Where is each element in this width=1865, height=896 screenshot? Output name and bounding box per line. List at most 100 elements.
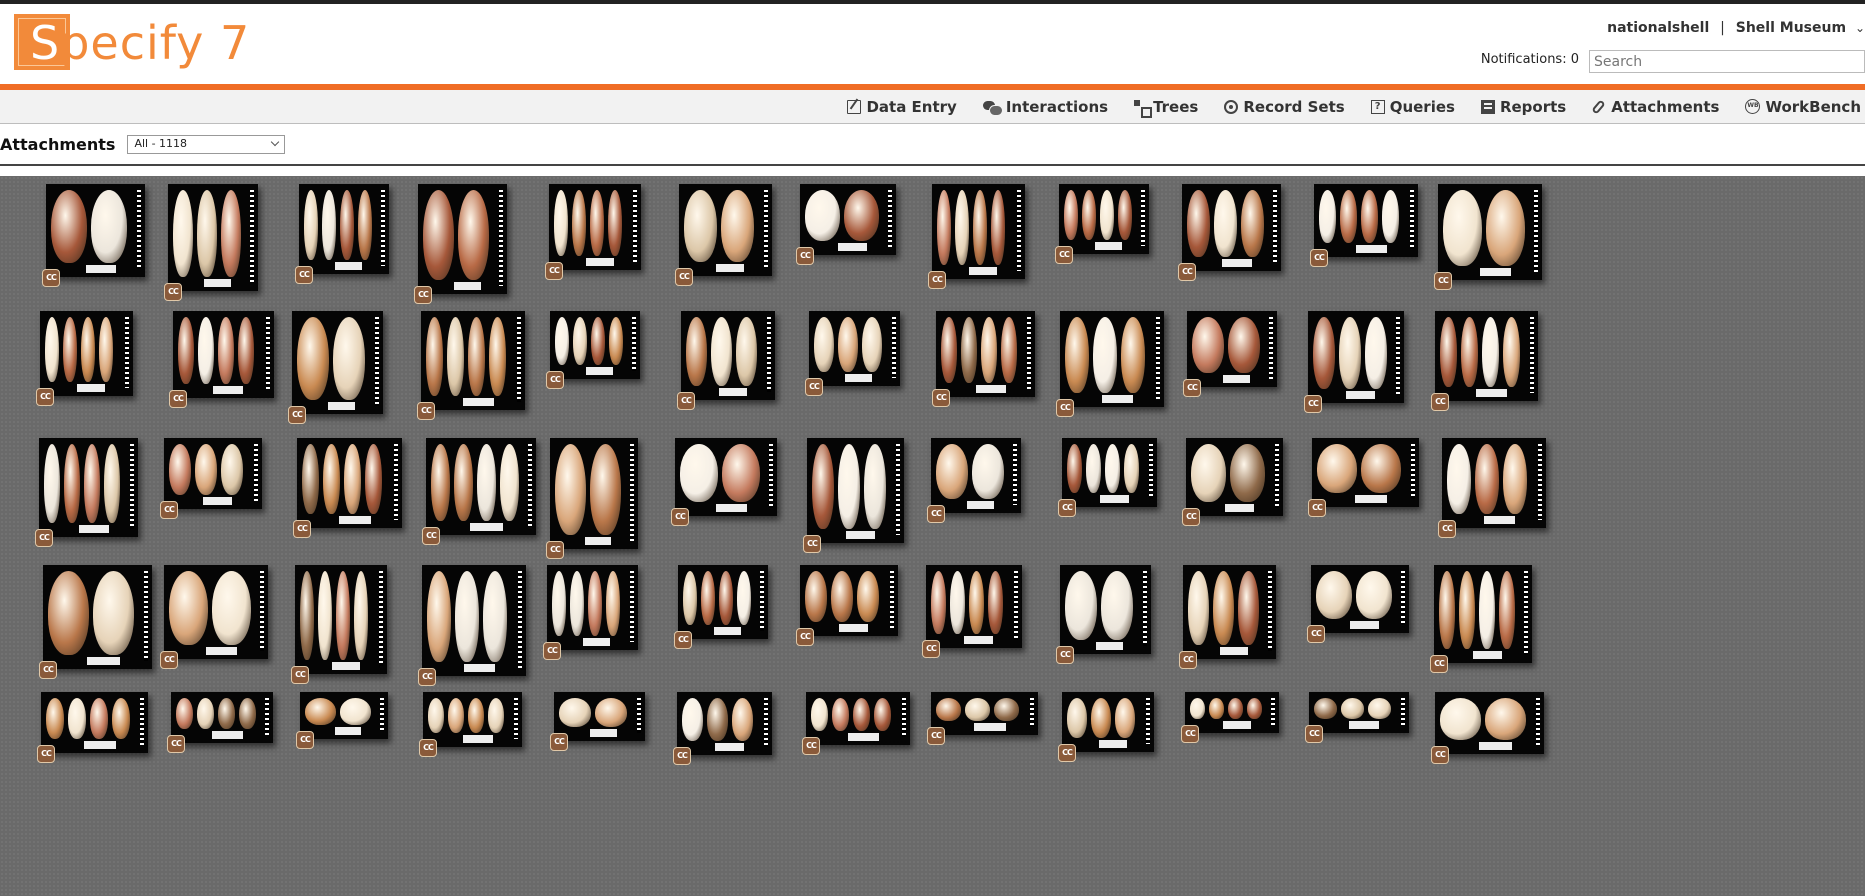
shell-specimen-image <box>333 317 365 400</box>
attachment-thumbnail[interactable] <box>421 311 525 410</box>
attachment-thumbnail[interactable] <box>550 438 638 549</box>
specimen-label <box>1473 651 1502 659</box>
attachment-thumbnail[interactable] <box>299 184 389 274</box>
specimen-label <box>86 265 116 273</box>
scale-bar <box>760 571 764 631</box>
shell-specimen-image <box>737 571 751 625</box>
attachment-thumbnail[interactable] <box>423 692 522 747</box>
attachment-thumbnail[interactable] <box>173 311 274 398</box>
attachment-thumbnail[interactable] <box>43 565 152 669</box>
specimen-label <box>714 627 741 635</box>
shell-specimen-image <box>488 698 504 733</box>
scale-bar <box>528 444 532 527</box>
attachment-thumbnail[interactable] <box>931 438 1021 513</box>
attachment-thumbnail[interactable] <box>679 184 772 276</box>
attachment-thumbnail[interactable] <box>806 692 910 745</box>
attachment-thumbnail[interactable] <box>932 184 1025 279</box>
license-badge-icon: CC <box>1431 746 1449 764</box>
attachment-thumbnail[interactable] <box>1187 311 1277 387</box>
attachment-thumbnail[interactable] <box>1186 438 1283 516</box>
attachment-thumbnail[interactable] <box>549 184 641 270</box>
scale-bar <box>1396 317 1400 395</box>
attachment-thumbnail[interactable] <box>1435 692 1544 754</box>
attachment-thumbnail[interactable] <box>1308 311 1404 403</box>
attachment-thumbnail[interactable] <box>681 311 775 400</box>
attachment-thumbnail[interactable] <box>926 565 1022 648</box>
license-badge-icon: CC <box>160 501 178 519</box>
shell-specimen-image <box>1440 698 1481 740</box>
attachment-thumbnail[interactable] <box>547 565 638 650</box>
attachment-thumbnail[interactable] <box>554 692 645 741</box>
attachment-thumbnail[interactable] <box>1060 565 1151 654</box>
attachment-thumbnail[interactable] <box>931 692 1038 735</box>
attachment-thumbnail[interactable] <box>675 438 777 516</box>
attachment-thumbnail[interactable] <box>292 311 383 414</box>
attachment-thumbnail[interactable] <box>1185 692 1279 733</box>
attachment-thumbnail[interactable] <box>297 438 402 528</box>
chevron-down-icon[interactable]: ⌄ <box>1855 21 1865 35</box>
attachment-thumbnail[interactable] <box>1434 565 1532 663</box>
username[interactable]: nationalshell <box>1607 20 1709 36</box>
shell-specimen-image <box>198 317 214 384</box>
shell-specimen-image <box>1365 317 1387 389</box>
nav-record-sets[interactable]: Record Sets <box>1224 98 1345 116</box>
attachment-thumbnail[interactable] <box>39 438 138 537</box>
nav-data-entry[interactable]: Data Entry <box>847 98 957 116</box>
license-badge-icon: CC <box>805 378 823 396</box>
attachment-thumbnail[interactable] <box>171 692 273 743</box>
shell-specimen-image <box>336 571 350 660</box>
nav-reports[interactable]: Reports <box>1480 98 1566 116</box>
nav-queries[interactable]: ? Queries <box>1370 98 1455 116</box>
attachment-thumbnail[interactable] <box>1062 438 1157 507</box>
attachment-thumbnail[interactable] <box>1183 565 1276 659</box>
attachment-thumbnail[interactable] <box>1314 184 1418 257</box>
attachment-thumbnail[interactable] <box>40 311 133 396</box>
search-input[interactable] <box>1589 50 1865 73</box>
attachment-thumbnail[interactable] <box>550 311 640 379</box>
attachment-thumbnail[interactable] <box>678 565 768 639</box>
attachment-thumbnail[interactable] <box>418 184 507 294</box>
shell-specimen-image <box>1230 444 1265 502</box>
edit-icon <box>847 99 862 114</box>
attachment-thumbnail[interactable] <box>46 184 145 277</box>
nav-trees[interactable]: Trees <box>1134 98 1198 118</box>
notifications-count[interactable]: Notifications: 0 <box>1481 52 1579 67</box>
attachment-thumbnail[interactable] <box>41 692 148 753</box>
attachment-thumbnail[interactable] <box>1059 184 1149 254</box>
attachment-thumbnail[interactable] <box>1435 311 1538 401</box>
attachment-thumbnail[interactable] <box>800 565 898 636</box>
attachment-thumbnail[interactable] <box>168 184 258 291</box>
shell-specimen-image <box>991 190 1005 265</box>
attachment-thumbnail[interactable] <box>807 438 904 543</box>
collection-name[interactable]: Shell Museum <box>1736 20 1846 36</box>
nav-attachments[interactable]: Attachments <box>1591 98 1719 116</box>
attachment-thumbnail[interactable] <box>295 565 387 674</box>
attachment-thumbnail[interactable] <box>426 438 536 535</box>
attachment-thumbnail[interactable] <box>1442 438 1546 528</box>
attachment-thumbnail[interactable] <box>677 692 772 755</box>
user-menu[interactable]: nationalshell | Shell Museum ⌄ <box>1607 20 1865 36</box>
scale-bar <box>1269 317 1273 379</box>
attachment-thumbnail[interactable] <box>1438 184 1542 280</box>
specimen-label <box>1222 259 1252 267</box>
shell-specimen-image <box>63 317 77 382</box>
attachment-thumbnail[interactable] <box>1309 692 1409 733</box>
nav-interactions[interactable]: Interactions <box>982 98 1108 116</box>
attachment-thumbnail[interactable] <box>1311 565 1409 633</box>
attachment-thumbnail[interactable] <box>800 184 896 255</box>
attachment-thumbnail[interactable] <box>1062 692 1154 752</box>
attachment-thumbnail[interactable] <box>1312 438 1419 507</box>
attachment-thumbnail[interactable] <box>1182 184 1281 271</box>
attachment-thumbnail[interactable] <box>936 311 1035 397</box>
attachment-thumbnail[interactable] <box>809 311 900 386</box>
shell-specimen-image <box>1316 571 1352 619</box>
attachment-thumbnail[interactable] <box>1060 311 1164 407</box>
attachment-thumbnail[interactable] <box>164 565 268 659</box>
attachment-thumbnail[interactable] <box>422 565 526 676</box>
attachment-filter-select[interactable]: All - 1118 <box>127 134 286 154</box>
license-badge-icon: CC <box>1304 395 1322 413</box>
attachment-thumbnail[interactable] <box>164 438 262 509</box>
nav-workbench[interactable]: WB WorkBench <box>1745 98 1861 116</box>
shell-specimen-image <box>1190 698 1205 719</box>
specify-logo[interactable]: Specify 7 <box>14 14 249 70</box>
